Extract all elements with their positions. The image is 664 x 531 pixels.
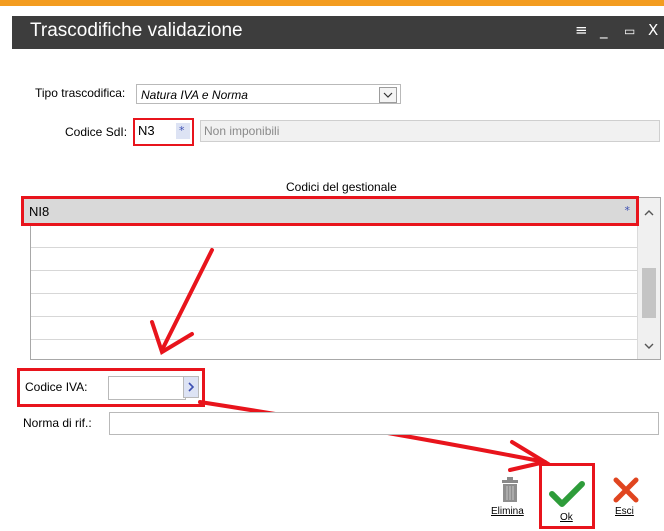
ok-button[interactable]: Ok bbox=[539, 463, 595, 529]
norma-input[interactable] bbox=[109, 412, 659, 435]
esci-button[interactable]: Esci bbox=[608, 476, 644, 522]
checkmark-icon bbox=[549, 481, 585, 507]
codice-iva-label: Codice IVA: bbox=[25, 380, 88, 394]
norma-label: Norma di rif.: bbox=[23, 416, 92, 430]
close-x-icon bbox=[613, 477, 639, 503]
elimina-label: Elimina bbox=[491, 506, 524, 517]
codice-iva-highlight: Codice IVA: bbox=[17, 368, 205, 407]
codice-iva-input[interactable] bbox=[108, 376, 186, 400]
esci-label: Esci bbox=[615, 506, 634, 517]
elimina-button[interactable]: Elimina bbox=[489, 476, 531, 522]
trash-icon bbox=[502, 477, 518, 502]
chevron-right-icon[interactable] bbox=[183, 376, 199, 398]
ok-label: Ok bbox=[560, 512, 573, 523]
annotation-arrows bbox=[150, 248, 551, 472]
